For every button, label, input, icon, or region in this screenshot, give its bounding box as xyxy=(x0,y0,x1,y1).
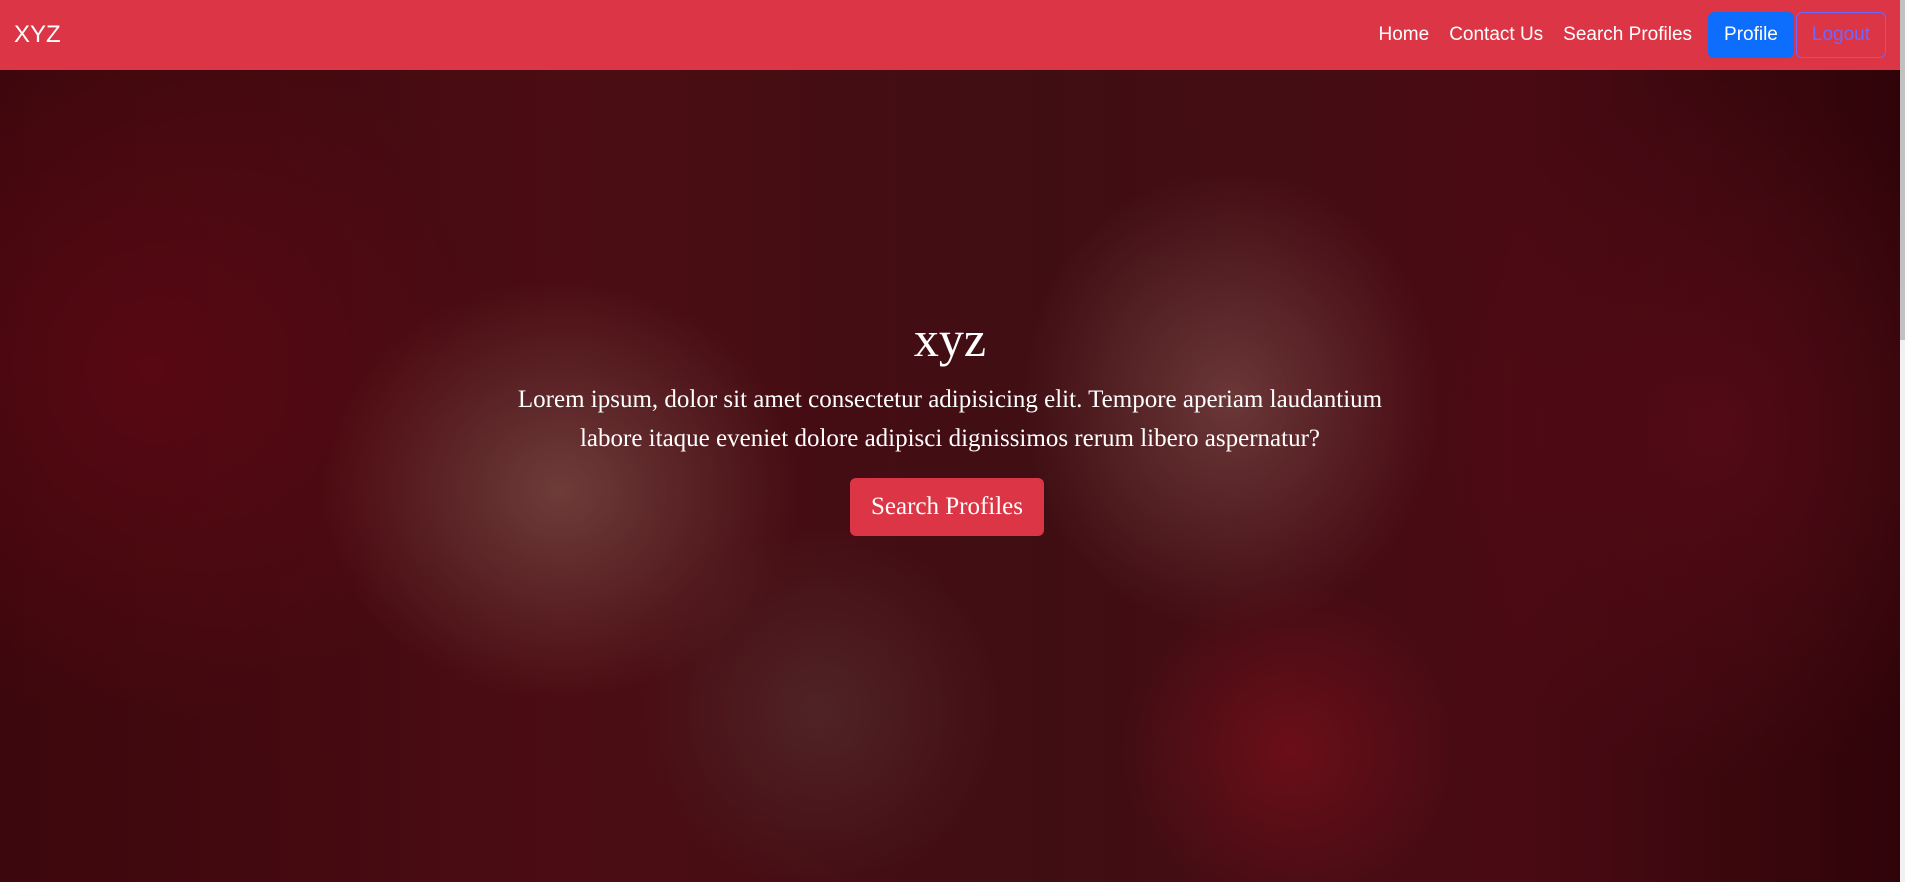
nav-link-contact-us[interactable]: Contact Us xyxy=(1439,24,1553,46)
scrollbar-thumb[interactable] xyxy=(1900,0,1905,340)
hero-title: xyz xyxy=(913,311,987,367)
nav-link-home[interactable]: Home xyxy=(1369,24,1440,46)
nav-link-search-profiles[interactable]: Search Profiles xyxy=(1553,24,1702,46)
navbar: XYZ Home Contact Us Search Profiles Prof… xyxy=(0,0,1900,70)
hero-section: xyz Lorem ipsum, dolor sit amet consecte… xyxy=(0,70,1900,882)
brand-logo[interactable]: XYZ xyxy=(14,21,61,49)
hero-content: xyz Lorem ipsum, dolor sit amet consecte… xyxy=(0,70,1900,882)
nav-links: Home Contact Us Search Profiles Profile … xyxy=(1369,12,1886,58)
search-profiles-button[interactable]: Search Profiles xyxy=(850,478,1044,536)
page-scrollbar[interactable] xyxy=(1900,0,1905,882)
logout-button[interactable]: Logout xyxy=(1795,12,1886,58)
profile-button[interactable]: Profile xyxy=(1708,12,1794,58)
hero-description: Lorem ipsum, dolor sit amet consectetur … xyxy=(517,386,1383,452)
